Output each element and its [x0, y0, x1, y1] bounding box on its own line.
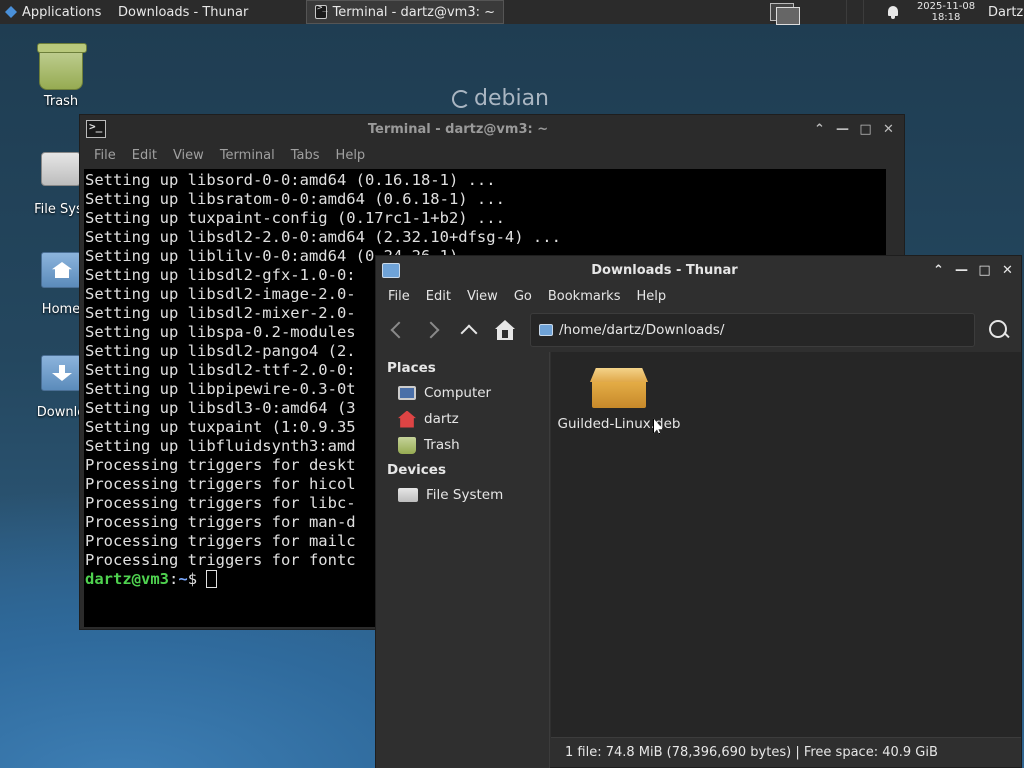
minimize-icon[interactable]: — [833, 120, 852, 139]
thunar-window[interactable]: Downloads - Thunar ⌃ — □ ✕ File Edit Vie… [375, 255, 1022, 768]
chevron-up-icon[interactable]: ⌃ [929, 261, 948, 280]
prompt-user: dartz@vm3 [85, 570, 169, 588]
desktop-icon-trash[interactable]: Trash [11, 43, 111, 109]
terminal-icon [86, 120, 106, 138]
top-panel: Applications Downloads - Thunar Terminal… [0, 0, 1024, 768]
home-folder-icon [41, 252, 81, 288]
prompt-path: ~ [178, 570, 188, 588]
file-item[interactable]: Guilded-Linux.deb [558, 366, 680, 432]
menu-bookmarks[interactable]: Bookmarks [540, 289, 629, 304]
back-button[interactable] [382, 315, 412, 345]
thunar-titlebar[interactable]: Downloads - Thunar ⌃ — □ ✕ [376, 256, 1021, 284]
sidebar-item-computer[interactable]: Computer [376, 380, 549, 406]
maximize-icon[interactable]: □ [856, 120, 875, 139]
terminal-line: Setting up tuxpaint-config (0.17rc1-1+b2… [85, 209, 505, 227]
debian-logo: debian [452, 86, 549, 111]
thunar-sidebar: Places Computer dartz Trash Devices File… [376, 352, 550, 768]
search-icon[interactable] [981, 313, 1015, 347]
close-icon[interactable]: ✕ [998, 261, 1017, 280]
sidebar-item-trash[interactable]: Trash [376, 432, 549, 458]
location-bar[interactable]: /home/dartz/Downloads/ [530, 313, 975, 347]
trash-icon [398, 436, 416, 454]
folder-icon [539, 324, 553, 336]
places-heading: Places [387, 360, 436, 376]
home-icon [398, 410, 416, 428]
debian-swirl-icon [452, 89, 470, 108]
panel-separator [846, 0, 847, 24]
menu-view[interactable]: View [165, 148, 212, 163]
terminal-menubar: File Edit View Terminal Tabs Help [80, 143, 904, 167]
terminal-line: Setting up libsratom-0-0:amd64 (0.6.18-1… [85, 190, 505, 208]
computer-icon [398, 386, 416, 400]
prompt-symbol: $ [187, 570, 207, 588]
thunar-menubar: File Edit View Go Bookmarks Help [376, 284, 1021, 308]
terminal-titlebar[interactable]: Terminal - dartz@vm3: ~ ⌃ — □ ✕ [80, 115, 904, 143]
menu-view[interactable]: View [459, 289, 506, 304]
prompt-separator: : [169, 570, 179, 588]
menu-file[interactable]: File [86, 148, 124, 163]
menu-go[interactable]: Go [506, 289, 540, 304]
file-view[interactable]: Guilded-Linux.deb [551, 352, 1021, 737]
home-button[interactable] [490, 315, 520, 345]
terminal-line: Setting up libsdl2-2.0-0:amd64 (2.32.10+… [85, 228, 561, 246]
terminal-line: Setting up libsord-0-0:amd64 (0.16.18-1)… [85, 171, 496, 189]
drive-icon [41, 152, 81, 186]
applications-icon [4, 5, 18, 19]
text-cursor [206, 570, 218, 588]
taskbar-terminal[interactable]: Terminal - dartz@vm3: ~ [306, 0, 504, 24]
folder-icon [382, 262, 400, 278]
applications-menu-button[interactable]: Applications [0, 0, 110, 24]
taskbar-thunar[interactable]: Downloads - Thunar [110, 0, 1022, 768]
package-icon [590, 366, 648, 408]
menu-edit[interactable]: Edit [418, 289, 459, 304]
panel-clock[interactable]: 2025-11-08 18:18 [914, 1, 978, 23]
trash-icon [37, 43, 87, 90]
workspace-switcher-icon[interactable] [768, 1, 800, 25]
chevron-up-icon [460, 324, 478, 342]
sidebar-item-home[interactable]: dartz [376, 406, 549, 432]
chevron-right-icon [422, 321, 440, 339]
menu-terminal[interactable]: Terminal [212, 148, 283, 163]
panel-separator [863, 0, 864, 24]
devices-heading: Devices [387, 462, 446, 478]
panel-user-menu[interactable]: Dartz [978, 5, 1024, 20]
notification-bell-icon[interactable] [886, 5, 900, 19]
status-bar: 1 file: 74.8 MiB (78,396,690 bytes) | Fr… [551, 737, 1021, 767]
parent-folder-button[interactable] [454, 315, 484, 345]
menu-help[interactable]: Help [328, 148, 374, 163]
close-icon[interactable]: ✕ [879, 120, 898, 139]
chevron-left-icon [390, 321, 408, 339]
menu-edit[interactable]: Edit [124, 148, 165, 163]
menu-help[interactable]: Help [628, 289, 674, 304]
drive-icon [398, 488, 418, 502]
home-icon [495, 320, 515, 340]
terminal-icon [315, 3, 327, 19]
thunar-toolbar: /home/dartz/Downloads/ [376, 308, 1021, 352]
sidebar-item-filesystem[interactable]: File System [376, 482, 549, 508]
menu-file[interactable]: File [380, 289, 418, 304]
downloads-folder-icon [41, 355, 81, 391]
forward-button[interactable] [418, 315, 448, 345]
menu-tabs[interactable]: Tabs [283, 148, 328, 163]
maximize-icon[interactable]: □ [975, 261, 994, 280]
chevron-up-icon[interactable]: ⌃ [810, 120, 829, 139]
minimize-icon[interactable]: — [952, 261, 971, 280]
